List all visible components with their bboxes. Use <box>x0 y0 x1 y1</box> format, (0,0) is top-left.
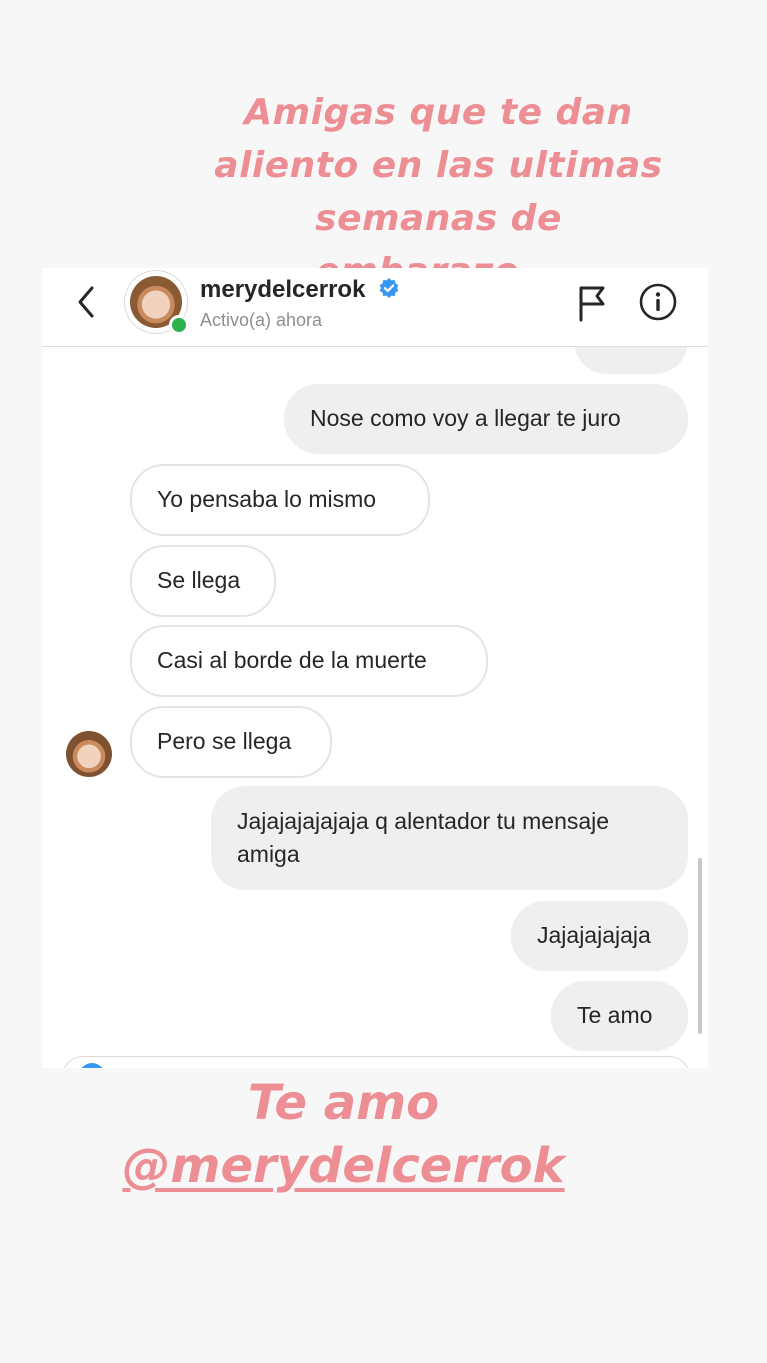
flag-icon[interactable] <box>576 284 608 322</box>
message-bubble-incoming[interactable]: Casi al borde de la muerte <box>130 625 488 697</box>
info-icon[interactable] <box>638 282 678 322</box>
sender-avatar[interactable] <box>66 731 112 777</box>
message-bubble-incoming[interactable]: Pero se llega <box>130 706 332 778</box>
caption-line: semanas de <box>315 198 562 239</box>
dm-chat-panel: merydelcerrok Activo(a) ahora Nose como … <box>42 268 708 1068</box>
message-composer[interactable] <box>62 1056 690 1068</box>
scrollbar[interactable] <box>698 858 702 1034</box>
story-caption-bottom: Te amo <box>247 1075 440 1131</box>
message-bubble-outgoing[interactable]: Jajajajajaja <box>511 901 688 971</box>
story-mention: @merydelcerrok <box>0 1138 727 1194</box>
message-text: Se llega <box>157 567 241 593</box>
avatar[interactable] <box>124 270 189 335</box>
message-text: Casi al borde de la muerte <box>157 647 427 673</box>
message-text: Pero se llega <box>157 728 292 754</box>
chat-header: merydelcerrok Activo(a) ahora <box>42 268 708 347</box>
chevron-left-icon[interactable] <box>72 284 102 320</box>
online-status-dot <box>169 315 189 335</box>
message-text: Te amo <box>577 1002 653 1028</box>
camera-icon[interactable] <box>79 1063 105 1068</box>
message-text: Jajajajajajaja q alentador tu mensaje am… <box>237 808 610 867</box>
message-bubble-outgoing[interactable]: Te amo <box>551 981 688 1051</box>
story-caption-top: Amigas que te dan aliento en las ultimas… <box>0 86 767 298</box>
caption-line: Amigas que te dan <box>244 92 633 133</box>
message-bubble-outgoing[interactable]: Nose como voy a llegar te juro <box>284 384 688 454</box>
message-text: Yo pensaba lo mismo <box>157 486 377 512</box>
message-text: Jajajajajaja <box>537 922 651 948</box>
verified-badge-icon <box>378 277 400 306</box>
message-bubble-outgoing[interactable]: Jajajajajajaja q alentador tu mensaje am… <box>211 786 688 890</box>
message-bubble-incoming[interactable]: Yo pensaba lo mismo <box>130 464 430 536</box>
active-status: Activo(a) ahora <box>200 310 323 330</box>
mention-link[interactable]: @merydelcerrok <box>122 1138 564 1194</box>
chat-username[interactable]: merydelcerrok <box>200 276 400 306</box>
message-bubble-incoming[interactable]: Se llega <box>130 545 276 617</box>
message-text: Nose como voy a llegar te juro <box>310 405 621 431</box>
username-text: merydelcerrok <box>200 276 366 303</box>
caption-line: aliento en las ultimas <box>214 145 663 186</box>
